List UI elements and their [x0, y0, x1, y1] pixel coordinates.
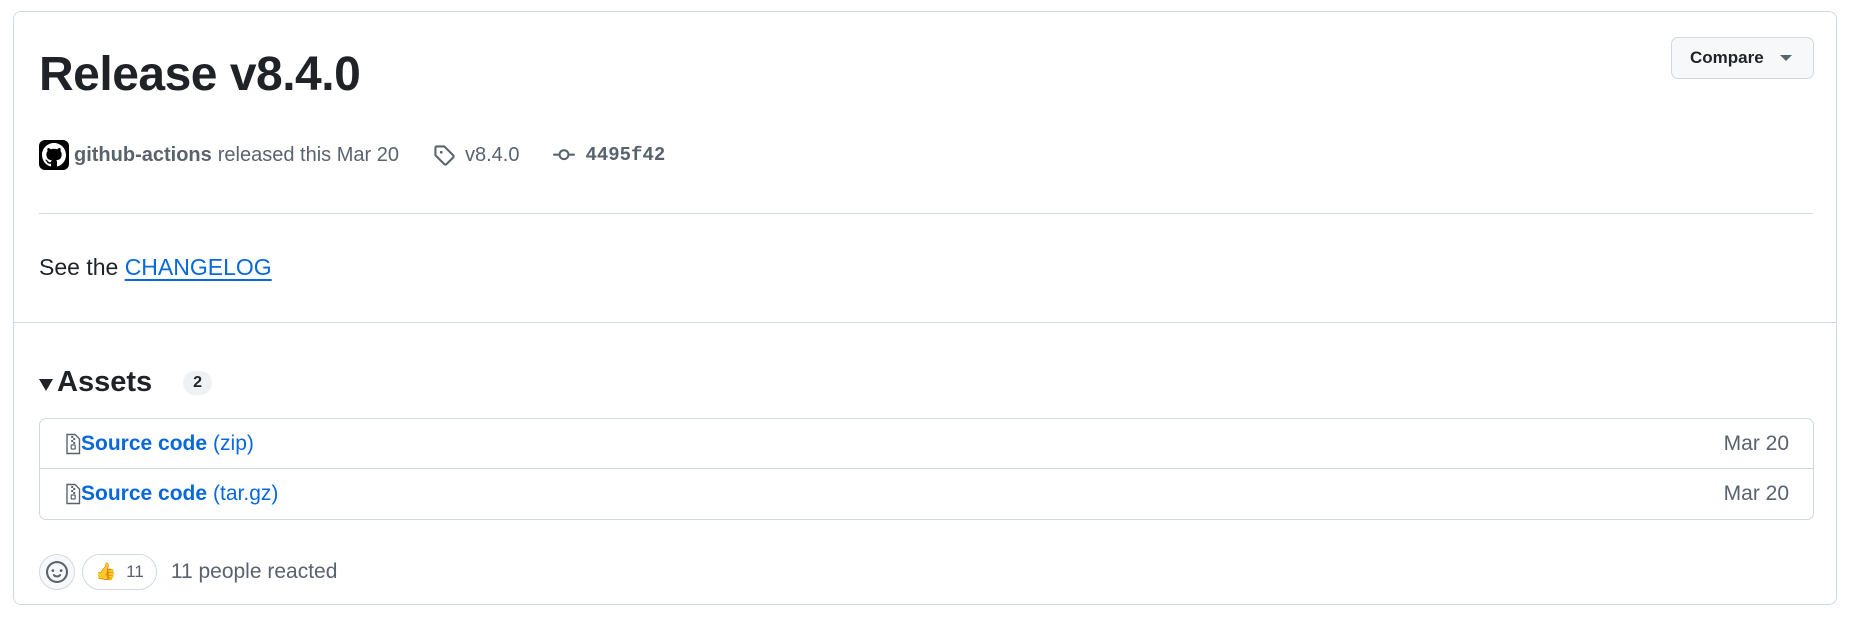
avatar[interactable]	[39, 140, 69, 170]
file-zip-icon	[66, 433, 81, 454]
git-commit-icon	[553, 149, 576, 161]
asset-ext: (tar.gz)	[213, 482, 279, 505]
release-notes-prefix: See the	[39, 254, 119, 280]
smiley-icon	[46, 561, 68, 583]
assets-toggle[interactable]: Assets 2	[39, 366, 213, 399]
asset-link-targz[interactable]: Source code (tar.gz)	[65, 482, 278, 506]
asset-name: Source code	[81, 482, 208, 505]
compare-button[interactable]: Compare	[1671, 37, 1814, 79]
assets-count-badge: 2	[183, 370, 213, 395]
release-meta: github-actions released this Mar 20 v8.4…	[39, 138, 665, 172]
release-title: Release v8.4.0	[39, 48, 361, 101]
assets-list: Source code (zip) Mar 20 Source code (ta…	[39, 418, 1814, 520]
divider	[39, 213, 1813, 214]
thumbs-up-reaction-button[interactable]: 👍 11	[82, 554, 157, 590]
tag-icon	[434, 145, 455, 166]
triangle-down-icon	[39, 378, 53, 391]
divider	[14, 322, 1836, 323]
author-link[interactable]: github-actions	[74, 144, 212, 167]
release-card: Release v8.4.0 Compare github-actions re…	[13, 11, 1837, 605]
reaction-count: 11	[126, 562, 144, 581]
released-text: released this Mar 20	[217, 143, 399, 166]
github-logo-icon	[42, 143, 66, 167]
asset-row: Source code (zip) Mar 20	[40, 419, 1813, 469]
assets-title: Assets	[57, 366, 153, 398]
asset-name: Source code	[81, 431, 208, 455]
add-reaction-button[interactable]	[39, 554, 75, 590]
tag-label: v8.4.0	[464, 143, 520, 166]
changelog-link[interactable]: CHANGELOG	[125, 254, 272, 280]
tag-link[interactable]: v8.4.0	[433, 144, 519, 167]
chevron-down-icon	[1779, 55, 1792, 61]
asset-date: Mar 20	[1723, 482, 1789, 505]
asset-date: Mar 20	[1723, 431, 1789, 455]
commit-sha: 4495f42	[585, 144, 666, 166]
commit-link[interactable]: 4495f42	[553, 144, 665, 166]
compare-label: Compare	[1690, 48, 1764, 67]
reactions-bar: 👍 11 11 people reacted	[39, 554, 337, 590]
thumbs-up-icon: 👍	[95, 562, 117, 581]
asset-row: Source code (tar.gz) Mar 20	[40, 469, 1813, 519]
asset-link-zip[interactable]: Source code (zip)	[65, 432, 254, 456]
reaction-summary: 11 people reacted	[170, 560, 338, 583]
asset-ext: (zip)	[213, 431, 254, 455]
release-notes: See the CHANGELOG	[39, 254, 272, 281]
file-zip-icon	[66, 483, 81, 505]
